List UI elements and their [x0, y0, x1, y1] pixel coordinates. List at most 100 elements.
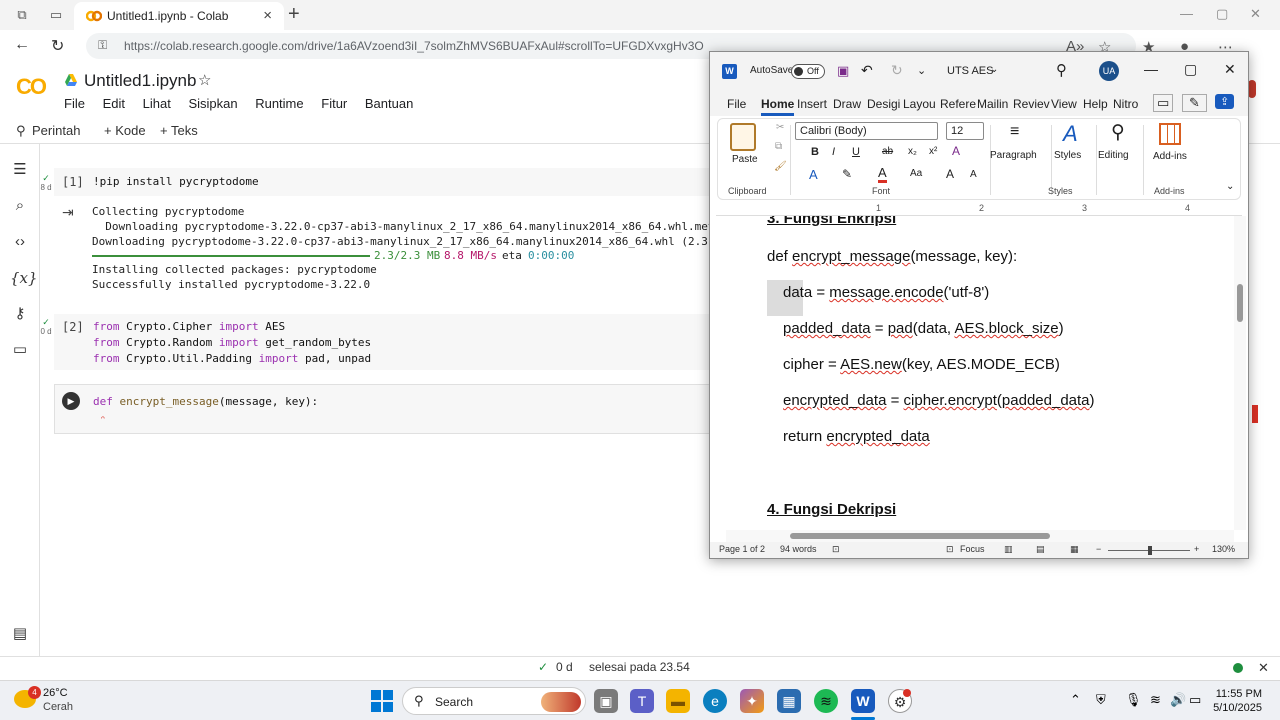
tab-references[interactable]: Refere [940, 97, 976, 111]
star-icon[interactable]: ☆ [198, 71, 211, 89]
site-info-icon[interactable]: ⚿ [98, 38, 107, 53]
customize-toolbar-icon[interactable]: ⌄ [917, 64, 926, 77]
subscript-button[interactable]: x₂ [908, 146, 917, 157]
zoom-in-icon[interactable]: + [1194, 544, 1199, 554]
add-text-button[interactable]: + Teks [160, 123, 198, 138]
clear-formatting-icon[interactable]: A [952, 144, 960, 158]
tab-home[interactable]: Home [761, 97, 795, 116]
wifi-icon[interactable]: ≋ [1150, 692, 1161, 708]
task-view-icon[interactable]: ▣ [594, 689, 618, 713]
close-window-icon[interactable]: ✕ [1250, 6, 1261, 22]
tab-nitro[interactable]: Nitro [1113, 97, 1138, 111]
close-icon[interactable]: ✕ [1258, 660, 1269, 676]
tab-layout[interactable]: Layou [903, 97, 936, 111]
edge-icon[interactable]: e [703, 689, 727, 713]
tab-design[interactable]: Desigi [867, 97, 900, 111]
colab-logo[interactable]: CO [16, 74, 47, 100]
add-ins-icon[interactable] [1159, 123, 1181, 145]
teams-icon[interactable]: T [630, 689, 654, 713]
code-cell-2[interactable]: from Crypto.Cipher import AES from Crypt… [54, 314, 714, 370]
menu-edit[interactable]: Edit [103, 96, 125, 111]
menu-tools[interactable]: Fitur [321, 96, 347, 111]
paragraph-button[interactable]: Paragraph [990, 150, 1037, 161]
word-count[interactable]: 94 words [780, 544, 817, 554]
close-tab-icon[interactable]: × [263, 7, 272, 24]
search-icon[interactable]: ⚲ [1056, 61, 1067, 79]
font-size-select[interactable]: 12 [946, 122, 984, 140]
doc-line[interactable]: data = message.encode('utf-8') [783, 284, 989, 301]
focus-button[interactable]: Focus [960, 544, 985, 554]
file-explorer-icon[interactable]: ▬ [666, 689, 690, 713]
spotify-icon[interactable]: ≋ [814, 689, 838, 713]
styles-button[interactable]: Styles [1054, 150, 1081, 161]
font-name-select[interactable]: Calibri (Body) [795, 122, 938, 140]
files-folder-icon[interactable]: ▭ [10, 340, 30, 360]
undo-icon[interactable]: ↶ [861, 62, 873, 79]
styles-icon[interactable]: A [1063, 121, 1078, 147]
menu-runtime[interactable]: Runtime [255, 96, 303, 111]
horizontal-scrollbar[interactable] [726, 530, 1234, 542]
tab-draw[interactable]: Draw [833, 97, 861, 111]
maximize-icon[interactable]: ▢ [1184, 61, 1197, 78]
zoom-slider[interactable] [1108, 546, 1190, 555]
font-color-icon[interactable]: A [878, 165, 887, 183]
secrets-key-icon[interactable]: ⚷ [10, 304, 30, 324]
proofing-icon[interactable]: ⊡ [832, 544, 840, 555]
code-cell-3[interactable]: def encrypt_message(message, key): ᵔ [54, 384, 714, 434]
output-toggle-icon[interactable]: ⇥ [62, 204, 74, 221]
doc-line[interactable]: encrypted_data = cipher.encrypt(padded_d… [783, 392, 1095, 409]
variables-icon[interactable]: {x} [10, 268, 38, 288]
autosave-toggle[interactable]: Off [791, 64, 825, 79]
strikethrough-button[interactable]: ab [882, 146, 893, 157]
weather-condition[interactable]: Cerah [43, 701, 73, 713]
temperature[interactable]: 26°C [43, 687, 68, 699]
doc-line[interactable]: def encrypt_message(message, key): [767, 248, 1017, 265]
store-icon[interactable]: ▦ [777, 689, 801, 713]
code-line[interactable]: from Crypto.Cipher import AES [93, 320, 285, 333]
format-painter-icon[interactable]: 🖌 [774, 161, 787, 172]
defender-icon[interactable]: ⛨ [1096, 692, 1106, 708]
new-tab-button[interactable]: + [288, 3, 300, 26]
tab-help[interactable]: Help [1083, 97, 1108, 111]
redo-icon[interactable]: ↻ [891, 62, 903, 79]
zoom-level[interactable]: 130% [1212, 544, 1235, 554]
tab-mailings[interactable]: Mailin [977, 97, 1008, 111]
superscript-button[interactable]: x² [929, 146, 937, 157]
change-case-icon[interactable]: Aa [910, 168, 922, 179]
minimize-icon[interactable]: — [1144, 61, 1158, 77]
collapse-ribbon-icon[interactable]: ⌄ [1226, 181, 1234, 192]
back-icon[interactable]: ← [14, 36, 30, 54]
page-count[interactable]: Page 1 of 2 [719, 544, 765, 554]
workspaces-icon[interactable]: ⧉ [14, 7, 30, 23]
tab-file[interactable]: File [727, 97, 746, 111]
browser-tab-colab[interactable]: Untitled1.ipynb - Colab × [74, 2, 284, 30]
web-layout-icon[interactable]: ▦ [1070, 544, 1079, 555]
paste-button[interactable]: Paste [732, 154, 758, 165]
find-icon[interactable]: ⌕ [10, 196, 30, 216]
word-taskbar-icon[interactable]: W [851, 689, 875, 713]
menu-insert[interactable]: Sisipkan [188, 96, 237, 111]
highlight-icon[interactable]: ✎ [842, 167, 852, 181]
zoom-out-icon[interactable]: − [1096, 544, 1101, 554]
document-title[interactable]: UTS AES [947, 65, 993, 77]
menu-view[interactable]: Lihat [143, 96, 171, 111]
vertical-scrollbar[interactable] [1234, 216, 1246, 530]
microphone-icon[interactable]: 🎙 [1125, 692, 1142, 708]
table-of-contents-icon[interactable]: ☰ [10, 160, 30, 180]
read-mode-icon[interactable]: ▥ [1004, 544, 1013, 555]
start-icon[interactable] [371, 690, 393, 712]
reload-icon[interactable]: ↻ [51, 36, 64, 56]
command-palette-button[interactable]: Perintah [32, 123, 80, 138]
code-cell-1[interactable]: !pip install pycryptodome [54, 168, 714, 196]
copilot-icon[interactable]: ✦ [740, 689, 764, 713]
share-icon[interactable]: ⇪ [1215, 94, 1235, 109]
search-icon[interactable]: ⚲ [16, 123, 26, 139]
tab-insert[interactable]: Insert [797, 97, 827, 111]
cut-icon[interactable]: ✂ [776, 122, 784, 133]
bold-button[interactable]: B [811, 146, 819, 158]
add-ins-button[interactable]: Add-ins [1153, 151, 1187, 162]
underline-button[interactable]: U [852, 146, 860, 158]
battery-icon[interactable]: ▭ [1189, 692, 1201, 708]
focus-icon[interactable]: ⊡ [946, 544, 954, 555]
minimize-icon[interactable]: — [1180, 6, 1193, 21]
